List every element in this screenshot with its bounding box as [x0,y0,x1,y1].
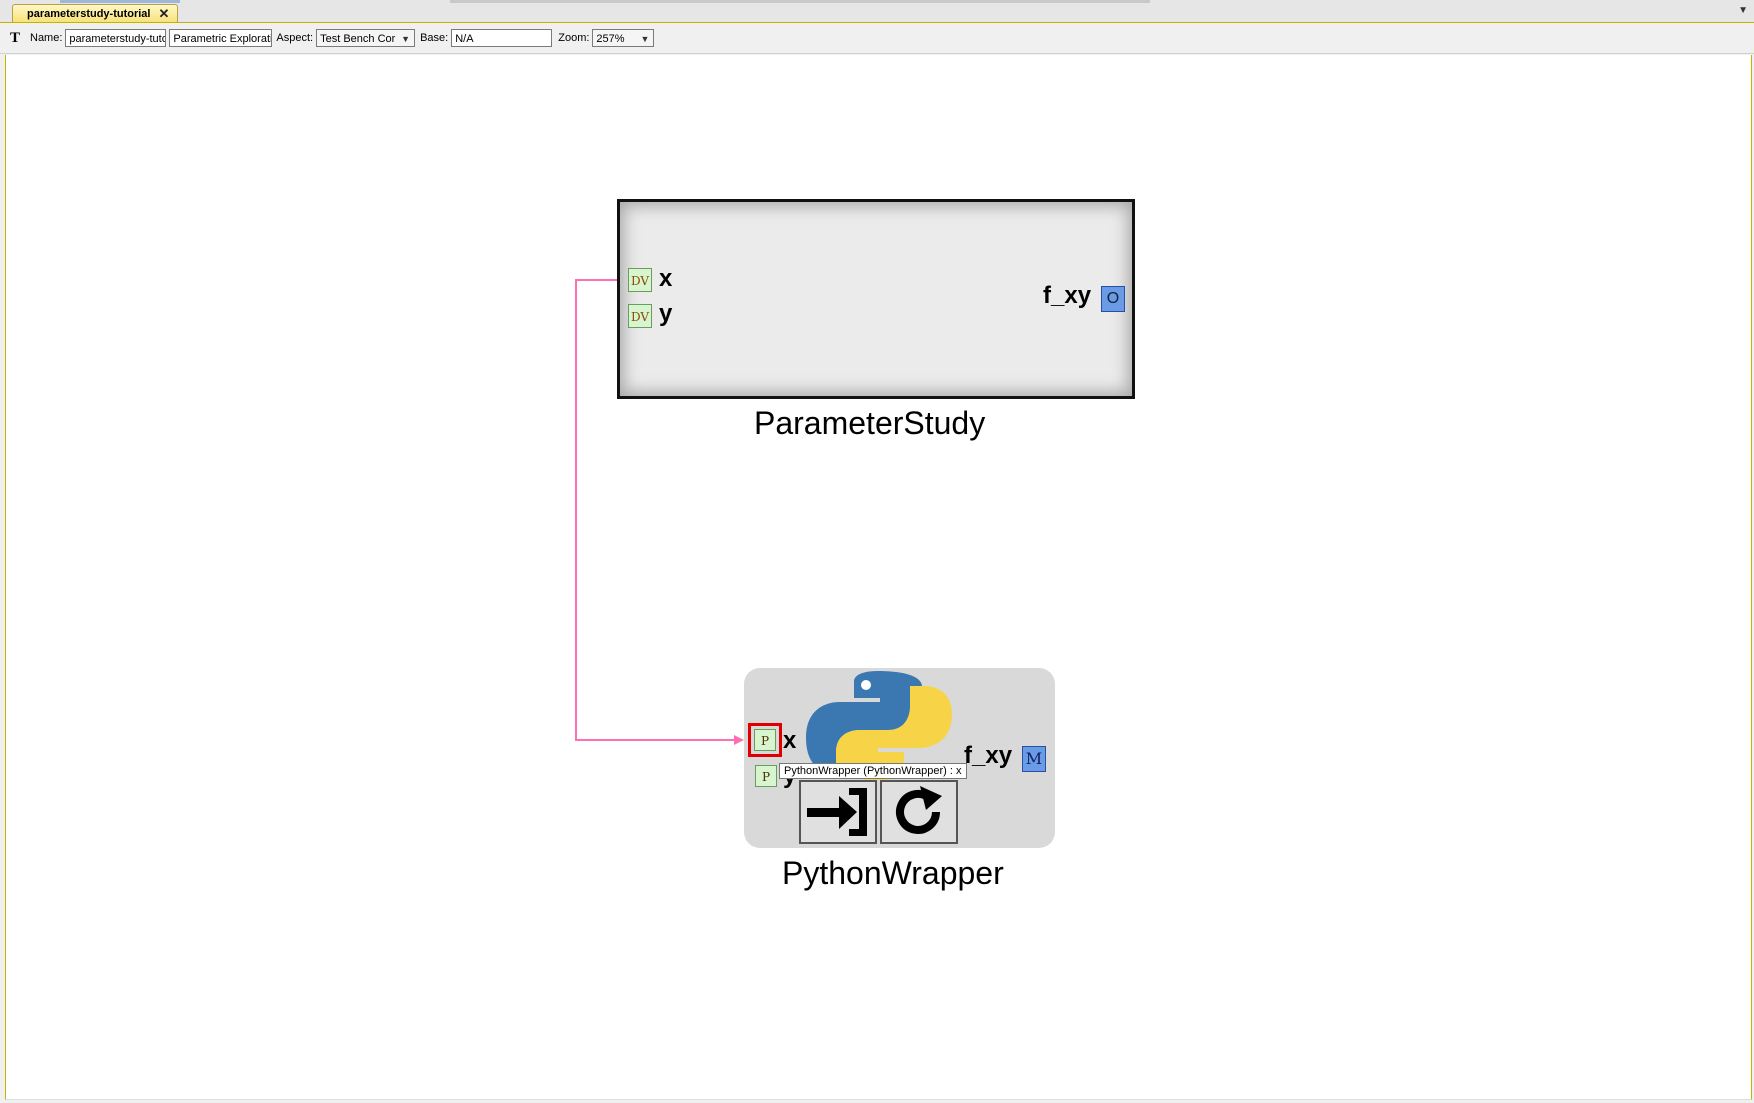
parameter-study-name: ParameterStudy [754,405,986,441]
port-label-f-xy: f_xy [964,742,1013,769]
open-arrow-button[interactable] [799,780,877,844]
port-p-x[interactable]: P [748,723,782,757]
port-label-f-xy: f_xy [1043,282,1092,309]
port-dv-y[interactable]: DV [628,304,652,328]
wire-arrowhead [734,735,744,745]
port-label-x: x [659,265,673,292]
python-wrapper-name: PythonWrapper [782,855,1004,891]
port-p-y[interactable]: P [755,765,777,787]
refresh-icon [896,786,942,834]
port-tooltip: PythonWrapper (PythonWrapper) : x [779,763,967,779]
refresh-button[interactable] [880,780,958,844]
port-label-x: x [783,727,797,754]
connection-wire[interactable] [0,0,1754,1103]
port-dv-x[interactable]: DV [628,268,652,292]
port-label-y: y [659,300,673,327]
port-output-f-xy[interactable]: O [1101,286,1125,312]
port-output-f-xy[interactable]: M [1022,746,1046,772]
open-arrow-icon [807,788,867,836]
